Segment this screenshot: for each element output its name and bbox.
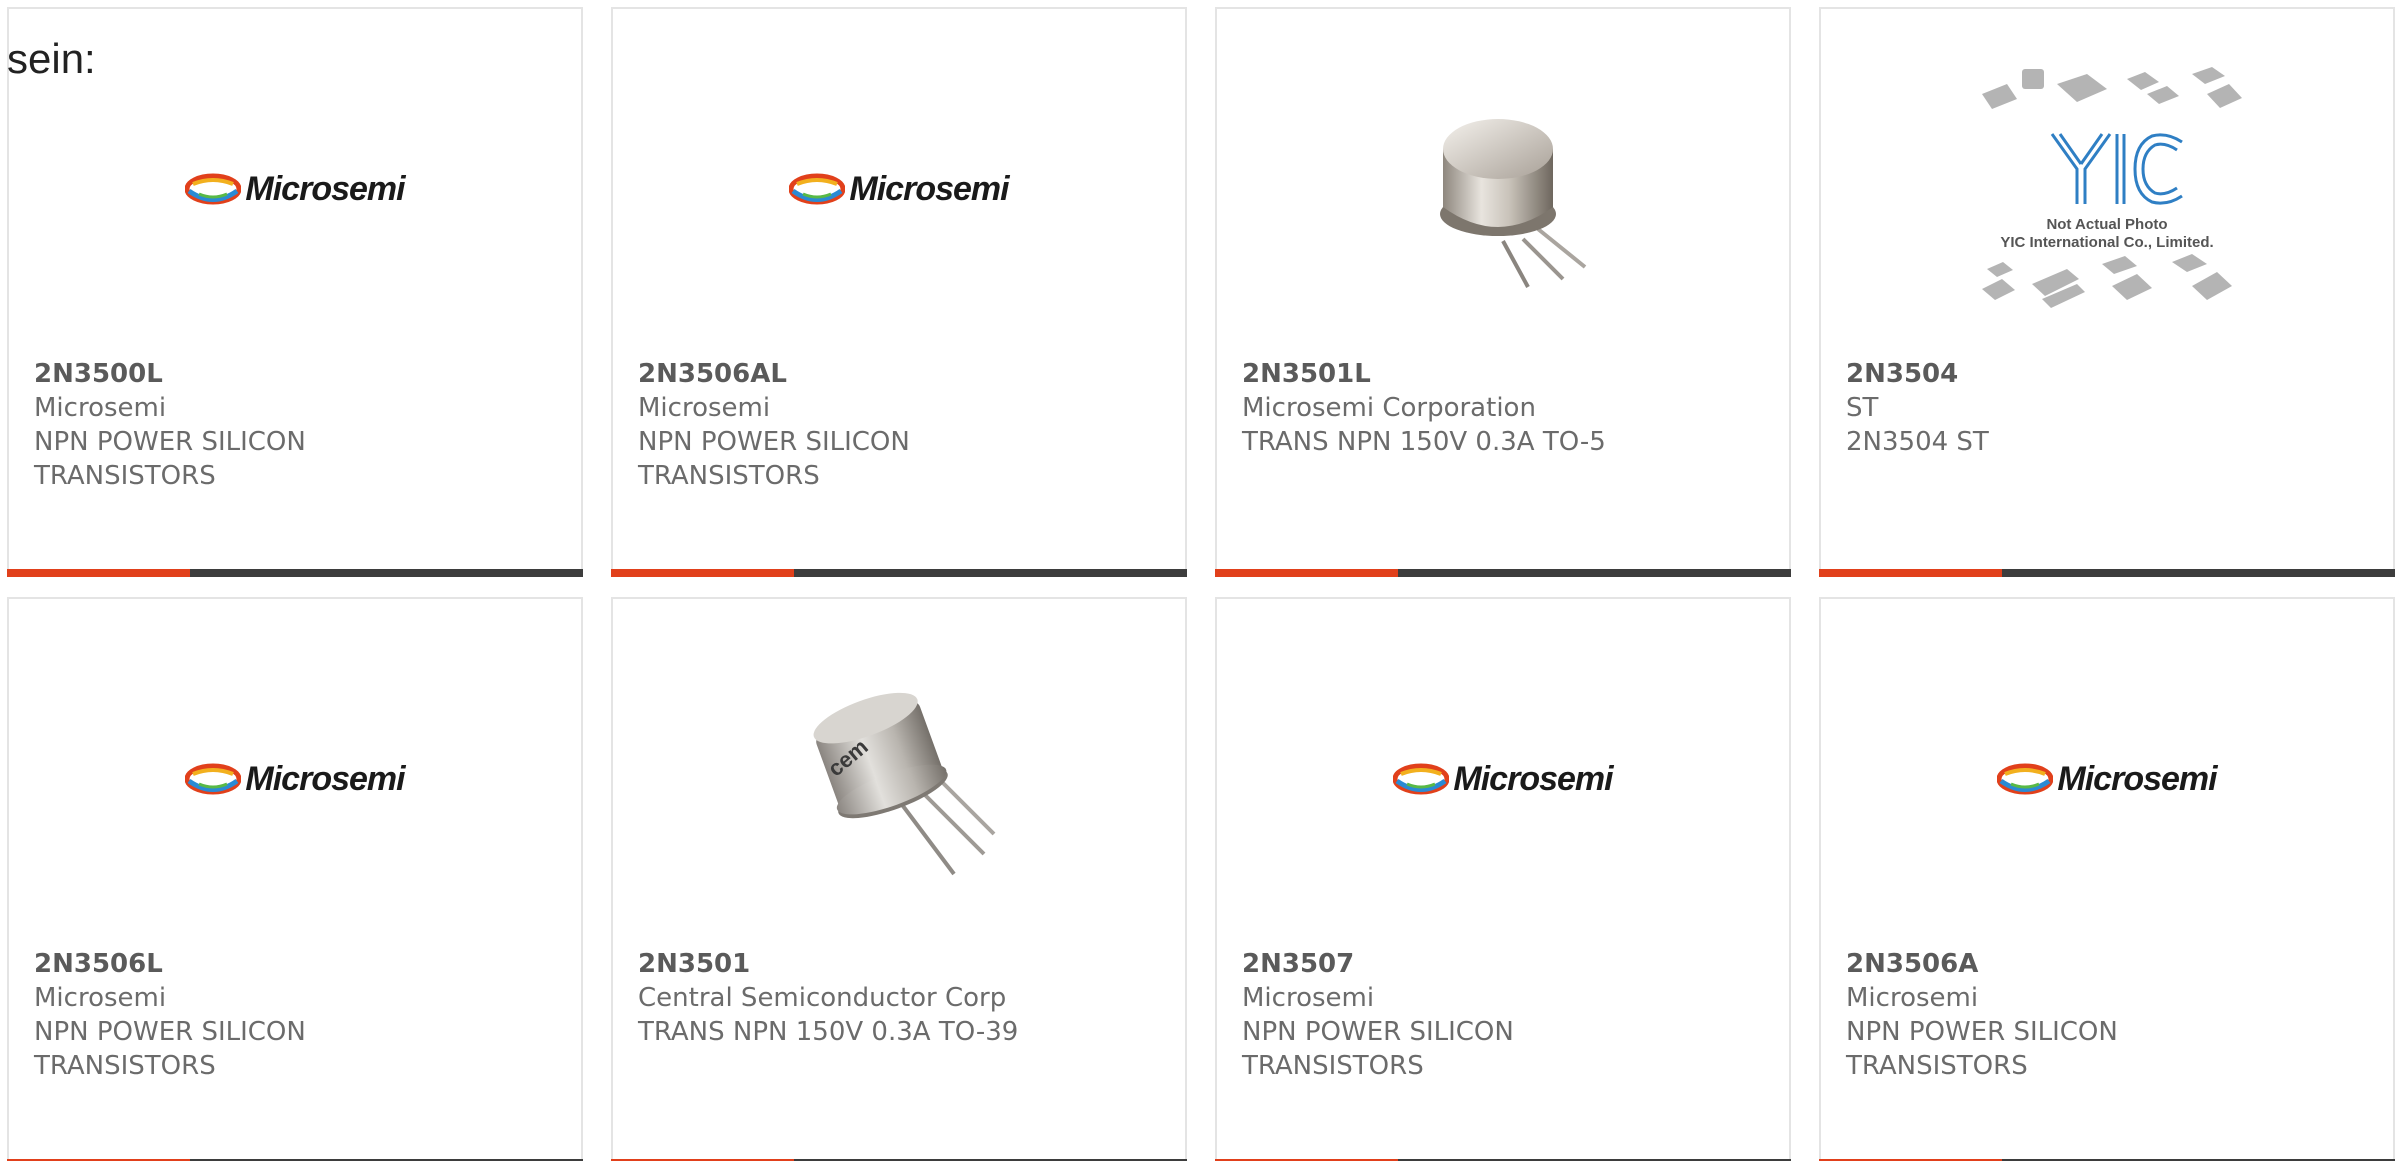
- microsemi-logo: Microsemi: [185, 760, 406, 799]
- product-info: 2N3506AL Microsemi NPN POWER SILICON TRA…: [638, 357, 1165, 493]
- product-image: Microsemi: [9, 69, 581, 309]
- to39-transistor-photo: cem: [813, 692, 996, 876]
- manufacturer: Microsemi: [34, 983, 167, 1013]
- manufacturer: Microsemi: [1846, 983, 1979, 1013]
- product-image: cem: [613, 659, 1185, 899]
- product-description: 2N3504 ST: [1846, 427, 1989, 457]
- part-number[interactable]: 2N3507: [1242, 947, 1769, 981]
- product-card[interactable]: cem 2N3501 Central Semiconductor Corp TR…: [611, 597, 1187, 1161]
- part-number[interactable]: 2N3504: [1846, 357, 2373, 391]
- product-image: Microsemi: [1217, 659, 1789, 899]
- product-card[interactable]: Microsemi 2N3506L Microsemi NPN POWER SI…: [7, 597, 583, 1161]
- product-grid-page: sein: Microsemi 2N3500L Microsemi NPN PO…: [0, 0, 2400, 1161]
- part-number[interactable]: 2N3506L: [34, 947, 561, 981]
- part-number[interactable]: 2N3501: [638, 947, 1165, 981]
- product-card[interactable]: Microsemi 2N3506AL Microsemi NPN POWER S…: [611, 7, 1187, 577]
- card-accent-bar: [1215, 569, 1791, 577]
- product-image: Not Actual Photo YIC International Co., …: [1821, 67, 2393, 309]
- manufacturer: Microsemi: [1242, 983, 1375, 1013]
- product-info: 2N3506A Microsemi NPN POWER SILICON TRAN…: [1846, 947, 2373, 1083]
- manufacturer: Central Semiconductor Corp: [638, 983, 1007, 1013]
- product-description: NPN POWER SILICON TRANSISTORS: [638, 427, 910, 491]
- product-description: NPN POWER SILICON TRANSISTORS: [1846, 1017, 2118, 1081]
- intro-text: sein:: [7, 35, 96, 82]
- yic-placeholder-image: Not Actual Photo YIC International Co., …: [1982, 67, 2242, 308]
- microsemi-logo: Microsemi: [1393, 760, 1614, 799]
- product-info: 2N3506L Microsemi NPN POWER SILICON TRAN…: [34, 947, 561, 1083]
- manufacturer: ST: [1846, 393, 1879, 423]
- product-card[interactable]: Microsemi 2N3500L Microsemi NPN POWER SI…: [7, 7, 583, 577]
- product-description: TRANS NPN 150V 0.3A TO-39: [638, 1017, 1019, 1047]
- microsemi-logo: Microsemi: [1997, 760, 2218, 799]
- product-description: NPN POWER SILICON TRANSISTORS: [34, 427, 306, 491]
- microsemi-logo: Microsemi: [789, 170, 1010, 209]
- card-accent-bar: [1819, 569, 2395, 577]
- product-image: [1217, 69, 1789, 309]
- product-card[interactable]: Microsemi 2N3506A Microsemi NPN POWER SI…: [1819, 597, 2395, 1161]
- card-accent-bar: [611, 569, 1187, 577]
- microsemi-swoosh-icon: [1997, 763, 2054, 795]
- product-card[interactable]: Not Actual Photo YIC International Co., …: [1819, 7, 2395, 577]
- manufacturer: Microsemi: [34, 393, 167, 423]
- product-card[interactable]: 2N3501L Microsemi Corporation TRANS NPN …: [1215, 7, 1791, 577]
- manufacturer: Microsemi: [638, 393, 771, 423]
- part-number[interactable]: 2N3501L: [1242, 357, 1769, 391]
- product-info: 2N3504 ST 2N3504 ST: [1846, 357, 2373, 459]
- product-info: 2N3501L Microsemi Corporation TRANS NPN …: [1242, 357, 1769, 459]
- product-image: Microsemi: [1821, 659, 2393, 899]
- product-description: NPN POWER SILICON TRANSISTORS: [1242, 1017, 1514, 1081]
- product-info: 2N3500L Microsemi NPN POWER SILICON TRAN…: [34, 357, 561, 493]
- microsemi-swoosh-icon: [185, 173, 242, 205]
- product-description: TRANS NPN 150V 0.3A TO-5: [1242, 427, 1606, 457]
- microsemi-swoosh-icon: [789, 173, 846, 205]
- microsemi-logo: Microsemi: [185, 170, 406, 209]
- manufacturer: Microsemi Corporation: [1242, 393, 1536, 423]
- product-info: 2N3507 Microsemi NPN POWER SILICON TRANS…: [1242, 947, 1769, 1083]
- microsemi-swoosh-icon: [1393, 763, 1450, 795]
- part-number[interactable]: 2N3500L: [34, 357, 561, 391]
- product-image: Microsemi: [613, 69, 1185, 309]
- part-number[interactable]: 2N3506A: [1846, 947, 2373, 981]
- card-accent-bar: [7, 569, 583, 577]
- part-number[interactable]: 2N3506AL: [638, 357, 1165, 391]
- microsemi-swoosh-icon: [185, 763, 242, 795]
- image-caption-line-2: YIC International Co., Limited.: [2000, 234, 2213, 251]
- image-caption-line-1: Not Actual Photo: [2046, 216, 2167, 233]
- product-info: 2N3501 Central Semiconductor Corp TRANS …: [638, 947, 1165, 1049]
- product-card[interactable]: Microsemi 2N3507 Microsemi NPN POWER SIL…: [1215, 597, 1791, 1161]
- to5-transistor-photo: [1440, 119, 1587, 288]
- product-description: NPN POWER SILICON TRANSISTORS: [34, 1017, 306, 1081]
- product-image: Microsemi: [9, 659, 581, 899]
